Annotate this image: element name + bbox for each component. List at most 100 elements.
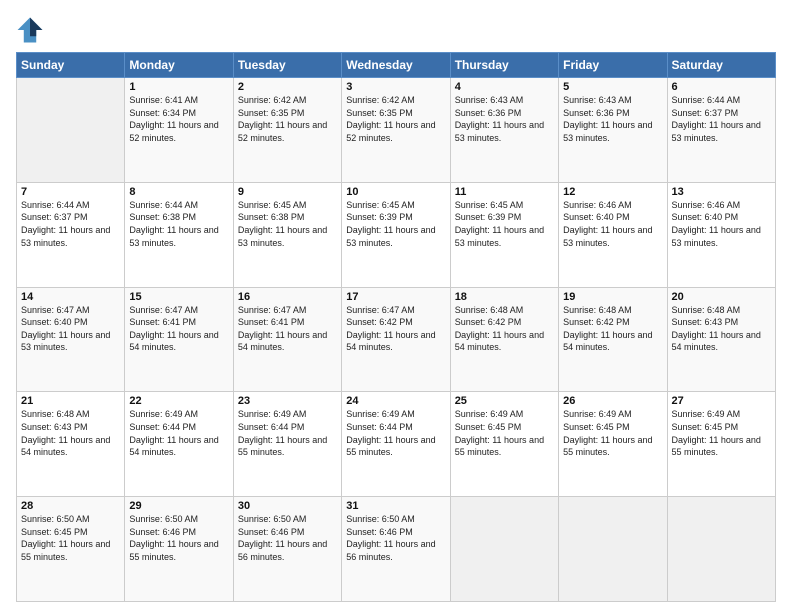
cell-sunrise: Sunrise: 6:43 AM xyxy=(563,95,632,105)
cell-sunset: Sunset: 6:40 PM xyxy=(672,212,739,222)
day-number: 27 xyxy=(672,395,771,407)
day-number: 6 xyxy=(672,81,771,93)
cell-sunrise: Sunrise: 6:49 AM xyxy=(672,409,741,419)
cell-daylight: Daylight: 11 hours and 53 minutes. xyxy=(455,120,544,143)
calendar-cell: 25 Sunrise: 6:49 AM Sunset: 6:45 PM Dayl… xyxy=(450,392,558,497)
cell-sunset: Sunset: 6:40 PM xyxy=(21,317,88,327)
cell-sunrise: Sunrise: 6:46 AM xyxy=(563,200,632,210)
calendar-header-row: SundayMondayTuesdayWednesdayThursdayFrid… xyxy=(17,53,776,78)
calendar-week-3: 21 Sunrise: 6:48 AM Sunset: 6:43 PM Dayl… xyxy=(17,392,776,497)
cell-sunrise: Sunrise: 6:49 AM xyxy=(346,409,415,419)
cell-sunrise: Sunrise: 6:47 AM xyxy=(21,305,90,315)
cell-sunrise: Sunrise: 6:42 AM xyxy=(346,95,415,105)
cell-sunset: Sunset: 6:42 PM xyxy=(455,317,522,327)
cell-daylight: Daylight: 11 hours and 55 minutes. xyxy=(21,539,110,562)
calendar-cell xyxy=(667,497,775,602)
calendar-cell: 21 Sunrise: 6:48 AM Sunset: 6:43 PM Dayl… xyxy=(17,392,125,497)
cell-sunrise: Sunrise: 6:43 AM xyxy=(455,95,524,105)
cell-sunset: Sunset: 6:46 PM xyxy=(346,527,413,537)
cell-sunset: Sunset: 6:36 PM xyxy=(455,108,522,118)
calendar-cell: 26 Sunrise: 6:49 AM Sunset: 6:45 PM Dayl… xyxy=(559,392,667,497)
cell-daylight: Daylight: 11 hours and 53 minutes. xyxy=(672,225,761,248)
cell-sunset: Sunset: 6:42 PM xyxy=(563,317,630,327)
calendar-cell: 19 Sunrise: 6:48 AM Sunset: 6:42 PM Dayl… xyxy=(559,287,667,392)
day-number: 10 xyxy=(346,186,445,198)
cell-daylight: Daylight: 11 hours and 55 minutes. xyxy=(563,435,652,458)
cell-daylight: Daylight: 11 hours and 54 minutes. xyxy=(238,330,327,353)
calendar-cell: 16 Sunrise: 6:47 AM Sunset: 6:41 PM Dayl… xyxy=(233,287,341,392)
cell-sunrise: Sunrise: 6:47 AM xyxy=(346,305,415,315)
calendar-week-4: 28 Sunrise: 6:50 AM Sunset: 6:45 PM Dayl… xyxy=(17,497,776,602)
cell-sunrise: Sunrise: 6:50 AM xyxy=(129,514,198,524)
calendar-cell: 8 Sunrise: 6:44 AM Sunset: 6:38 PM Dayli… xyxy=(125,182,233,287)
day-number: 28 xyxy=(21,500,120,512)
cell-daylight: Daylight: 11 hours and 54 minutes. xyxy=(346,330,435,353)
cell-sunset: Sunset: 6:43 PM xyxy=(672,317,739,327)
cell-sunset: Sunset: 6:42 PM xyxy=(346,317,413,327)
day-header-tuesday: Tuesday xyxy=(233,53,341,78)
cell-daylight: Daylight: 11 hours and 56 minutes. xyxy=(346,539,435,562)
calendar-cell: 30 Sunrise: 6:50 AM Sunset: 6:46 PM Dayl… xyxy=(233,497,341,602)
day-number: 7 xyxy=(21,186,120,198)
cell-sunset: Sunset: 6:39 PM xyxy=(455,212,522,222)
logo-icon xyxy=(16,16,44,44)
calendar-week-1: 7 Sunrise: 6:44 AM Sunset: 6:37 PM Dayli… xyxy=(17,182,776,287)
calendar-cell: 10 Sunrise: 6:45 AM Sunset: 6:39 PM Dayl… xyxy=(342,182,450,287)
calendar-cell: 11 Sunrise: 6:45 AM Sunset: 6:39 PM Dayl… xyxy=(450,182,558,287)
day-number: 1 xyxy=(129,81,228,93)
cell-daylight: Daylight: 11 hours and 53 minutes. xyxy=(129,225,218,248)
calendar-cell: 22 Sunrise: 6:49 AM Sunset: 6:44 PM Dayl… xyxy=(125,392,233,497)
cell-sunset: Sunset: 6:36 PM xyxy=(563,108,630,118)
day-number: 25 xyxy=(455,395,554,407)
day-header-wednesday: Wednesday xyxy=(342,53,450,78)
page: SundayMondayTuesdayWednesdayThursdayFrid… xyxy=(0,0,792,612)
cell-sunrise: Sunrise: 6:45 AM xyxy=(238,200,307,210)
calendar-cell: 5 Sunrise: 6:43 AM Sunset: 6:36 PM Dayli… xyxy=(559,78,667,183)
cell-sunrise: Sunrise: 6:48 AM xyxy=(455,305,524,315)
cell-daylight: Daylight: 11 hours and 54 minutes. xyxy=(455,330,544,353)
cell-sunset: Sunset: 6:38 PM xyxy=(129,212,196,222)
cell-daylight: Daylight: 11 hours and 54 minutes. xyxy=(129,435,218,458)
cell-sunrise: Sunrise: 6:49 AM xyxy=(129,409,198,419)
calendar-cell: 9 Sunrise: 6:45 AM Sunset: 6:38 PM Dayli… xyxy=(233,182,341,287)
calendar-cell: 20 Sunrise: 6:48 AM Sunset: 6:43 PM Dayl… xyxy=(667,287,775,392)
calendar-week-0: 1 Sunrise: 6:41 AM Sunset: 6:34 PM Dayli… xyxy=(17,78,776,183)
cell-sunset: Sunset: 6:38 PM xyxy=(238,212,305,222)
cell-sunset: Sunset: 6:41 PM xyxy=(238,317,305,327)
cell-sunrise: Sunrise: 6:42 AM xyxy=(238,95,307,105)
cell-daylight: Daylight: 11 hours and 53 minutes. xyxy=(563,120,652,143)
day-number: 15 xyxy=(129,291,228,303)
cell-sunset: Sunset: 6:40 PM xyxy=(563,212,630,222)
day-header-monday: Monday xyxy=(125,53,233,78)
calendar-cell: 2 Sunrise: 6:42 AM Sunset: 6:35 PM Dayli… xyxy=(233,78,341,183)
cell-daylight: Daylight: 11 hours and 53 minutes. xyxy=(672,120,761,143)
day-number: 24 xyxy=(346,395,445,407)
calendar-cell: 14 Sunrise: 6:47 AM Sunset: 6:40 PM Dayl… xyxy=(17,287,125,392)
cell-daylight: Daylight: 11 hours and 54 minutes. xyxy=(129,330,218,353)
calendar-cell: 27 Sunrise: 6:49 AM Sunset: 6:45 PM Dayl… xyxy=(667,392,775,497)
day-header-saturday: Saturday xyxy=(667,53,775,78)
cell-daylight: Daylight: 11 hours and 52 minutes. xyxy=(346,120,435,143)
day-number: 8 xyxy=(129,186,228,198)
cell-sunrise: Sunrise: 6:44 AM xyxy=(672,95,741,105)
cell-sunrise: Sunrise: 6:45 AM xyxy=(346,200,415,210)
cell-sunset: Sunset: 6:37 PM xyxy=(672,108,739,118)
cell-sunrise: Sunrise: 6:41 AM xyxy=(129,95,198,105)
cell-daylight: Daylight: 11 hours and 56 minutes. xyxy=(238,539,327,562)
calendar-cell xyxy=(559,497,667,602)
calendar-cell: 1 Sunrise: 6:41 AM Sunset: 6:34 PM Dayli… xyxy=(125,78,233,183)
cell-sunrise: Sunrise: 6:49 AM xyxy=(238,409,307,419)
calendar-cell: 6 Sunrise: 6:44 AM Sunset: 6:37 PM Dayli… xyxy=(667,78,775,183)
calendar-cell xyxy=(17,78,125,183)
calendar-cell: 29 Sunrise: 6:50 AM Sunset: 6:46 PM Dayl… xyxy=(125,497,233,602)
cell-sunrise: Sunrise: 6:49 AM xyxy=(563,409,632,419)
cell-daylight: Daylight: 11 hours and 53 minutes. xyxy=(21,225,110,248)
cell-daylight: Daylight: 11 hours and 52 minutes. xyxy=(238,120,327,143)
calendar-cell: 28 Sunrise: 6:50 AM Sunset: 6:45 PM Dayl… xyxy=(17,497,125,602)
cell-daylight: Daylight: 11 hours and 55 minutes. xyxy=(455,435,544,458)
day-number: 22 xyxy=(129,395,228,407)
cell-sunrise: Sunrise: 6:49 AM xyxy=(455,409,524,419)
day-number: 20 xyxy=(672,291,771,303)
cell-sunset: Sunset: 6:35 PM xyxy=(346,108,413,118)
calendar-cell: 12 Sunrise: 6:46 AM Sunset: 6:40 PM Dayl… xyxy=(559,182,667,287)
